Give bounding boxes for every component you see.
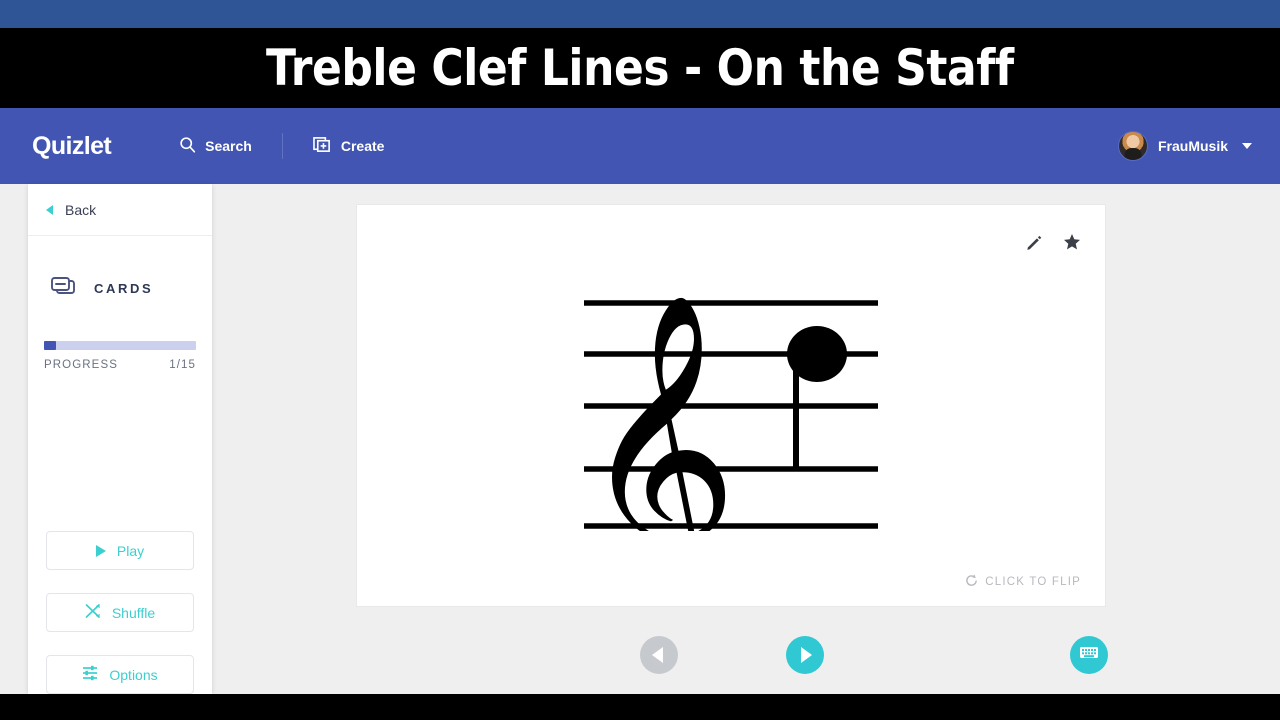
page-title: Treble Clef Lines - On the Staff [266, 39, 1014, 97]
username-label: FrauMusik [1157, 138, 1228, 154]
user-menu[interactable]: FrauMusik [1117, 131, 1252, 161]
shuffle-label: Shuffle [111, 604, 156, 621]
previous-card-button[interactable] [640, 636, 678, 674]
arrow-right-icon [801, 647, 812, 663]
flashcard[interactable]: 𝄞 CLICK TO FLIP [356, 204, 1106, 607]
sliders-icon [82, 665, 98, 684]
next-card-button[interactable] [786, 636, 824, 674]
options-button[interactable]: Options [46, 655, 194, 694]
chevron-down-icon [1242, 143, 1252, 149]
play-icon [95, 544, 106, 557]
sidebar-back-label: Back [65, 201, 97, 218]
nav-create-button[interactable]: Create [313, 136, 385, 157]
sidebar-actions: Play Shuffle Options [46, 531, 194, 694]
play-label: Play [116, 542, 145, 559]
sidebar-back-button[interactable]: Back [28, 184, 212, 236]
music-staff-notation: 𝄞 [581, 291, 878, 531]
progress-bar-fill [44, 341, 57, 350]
click-to-flip-label: CLICK TO FLIP [985, 576, 1081, 588]
treble-clef-glyph: 𝄞 [581, 291, 738, 531]
card-controls [356, 629, 1108, 681]
progress-value: 1/15 [169, 359, 196, 371]
sidebar-section-label: CARDS [94, 281, 154, 296]
nav-divider [281, 133, 283, 159]
progress-bar [44, 341, 196, 350]
quizlet-logo[interactable]: Quizlet [32, 132, 112, 161]
note-head [787, 325, 847, 382]
card-content: 𝄞 [357, 205, 1105, 606]
sidebar: Back CARDS PROGRESS 1/15 Play Shuffle Op… [28, 184, 212, 694]
create-card-icon [313, 136, 332, 157]
arrow-left-icon [652, 647, 663, 663]
options-label: Options [109, 666, 158, 683]
keyboard-shortcuts-button[interactable] [1070, 636, 1108, 674]
chevron-left-icon [46, 204, 53, 215]
shuffle-button[interactable]: Shuffle [46, 593, 194, 632]
page-body: Back CARDS PROGRESS 1/15 Play Shuffle Op… [0, 184, 1280, 694]
progress-label: PROGRESS [44, 359, 118, 371]
rotate-icon [965, 574, 978, 590]
keyboard-icon [1079, 645, 1099, 665]
search-icon [179, 136, 196, 156]
avatar [1117, 131, 1148, 161]
progress-section: PROGRESS 1/15 [28, 301, 212, 371]
screen: Treble Clef Lines - On the Staff Quizlet… [0, 0, 1280, 720]
shuffle-icon [85, 603, 101, 622]
bottom-letterbox [0, 694, 1280, 720]
top-blue-strip [0, 0, 1280, 28]
cards-icon [50, 276, 78, 301]
quizlet-navbar: Quizlet Search Create FrauMusik [0, 108, 1280, 184]
play-button[interactable]: Play [46, 531, 194, 570]
video-title-banner: Treble Clef Lines - On the Staff [0, 28, 1280, 108]
nav-create-label: Create [340, 138, 385, 154]
click-to-flip-hint[interactable]: CLICK TO FLIP [965, 574, 1081, 590]
nav-search-button[interactable]: Search [179, 136, 252, 156]
sidebar-section-cards: CARDS [28, 236, 212, 301]
nav-search-label: Search [205, 138, 252, 154]
